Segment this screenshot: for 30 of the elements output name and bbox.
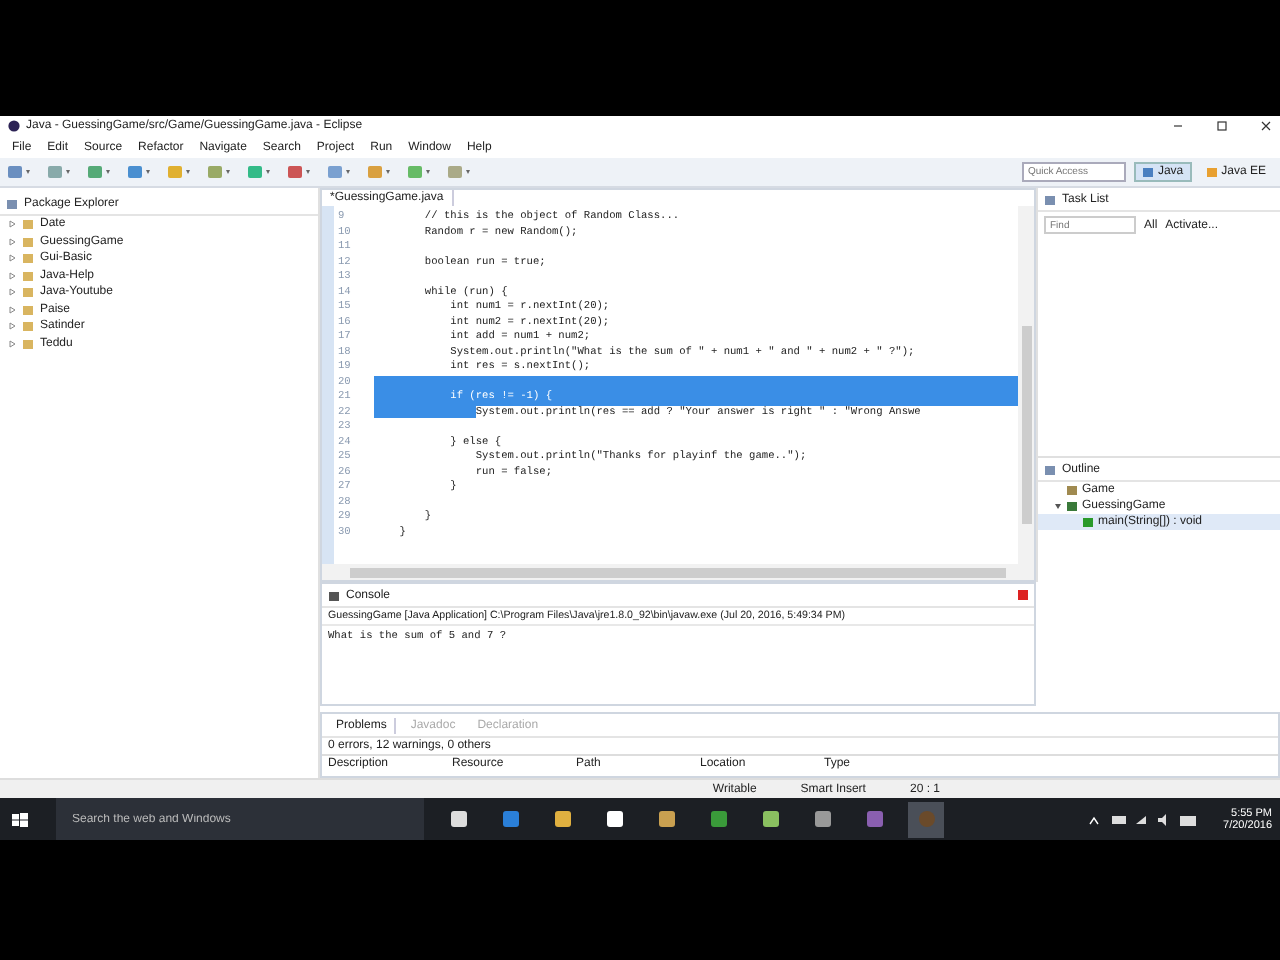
perspective-icon	[1205, 166, 1218, 178]
scrollbar-thumb[interactable]	[350, 567, 1006, 577]
package-icon	[1066, 484, 1078, 496]
expand-arrow-icon[interactable]	[1054, 502, 1062, 510]
close-icon[interactable]	[1260, 120, 1272, 132]
scrollbar-thumb[interactable]	[1021, 326, 1031, 524]
package-explorer-icon	[6, 197, 18, 209]
collapse-arrow-icon[interactable]	[8, 288, 16, 297]
taskbar-app-icon[interactable]	[657, 810, 675, 828]
maximize-icon[interactable]	[1216, 120, 1228, 132]
collapse-arrow-icon[interactable]	[8, 271, 16, 280]
task-list-icon	[1044, 193, 1056, 205]
perspective-icon	[1141, 166, 1154, 178]
taskbar-app-icon[interactable]	[553, 810, 571, 828]
eclipse-logo-icon	[8, 120, 20, 132]
taskbar-app-icon[interactable]	[813, 810, 831, 828]
taskbar-app-icon[interactable]	[761, 810, 779, 828]
taskbar-app-icon[interactable]	[605, 810, 623, 828]
collapse-arrow-icon[interactable]	[8, 339, 16, 348]
class-icon	[1066, 500, 1078, 512]
collapse-arrow-icon[interactable]	[8, 220, 16, 229]
outline-icon	[1044, 463, 1056, 475]
collapse-arrow-icon[interactable]	[8, 305, 16, 314]
collapse-arrow-icon[interactable]	[8, 322, 16, 331]
collapse-arrow-icon[interactable]	[8, 237, 16, 246]
taskbar-app-icon[interactable]	[449, 810, 467, 828]
method-icon	[1082, 516, 1094, 528]
minimize-icon[interactable]	[1172, 120, 1184, 132]
collapse-arrow-icon[interactable]	[8, 254, 16, 263]
console-icon	[328, 589, 340, 601]
